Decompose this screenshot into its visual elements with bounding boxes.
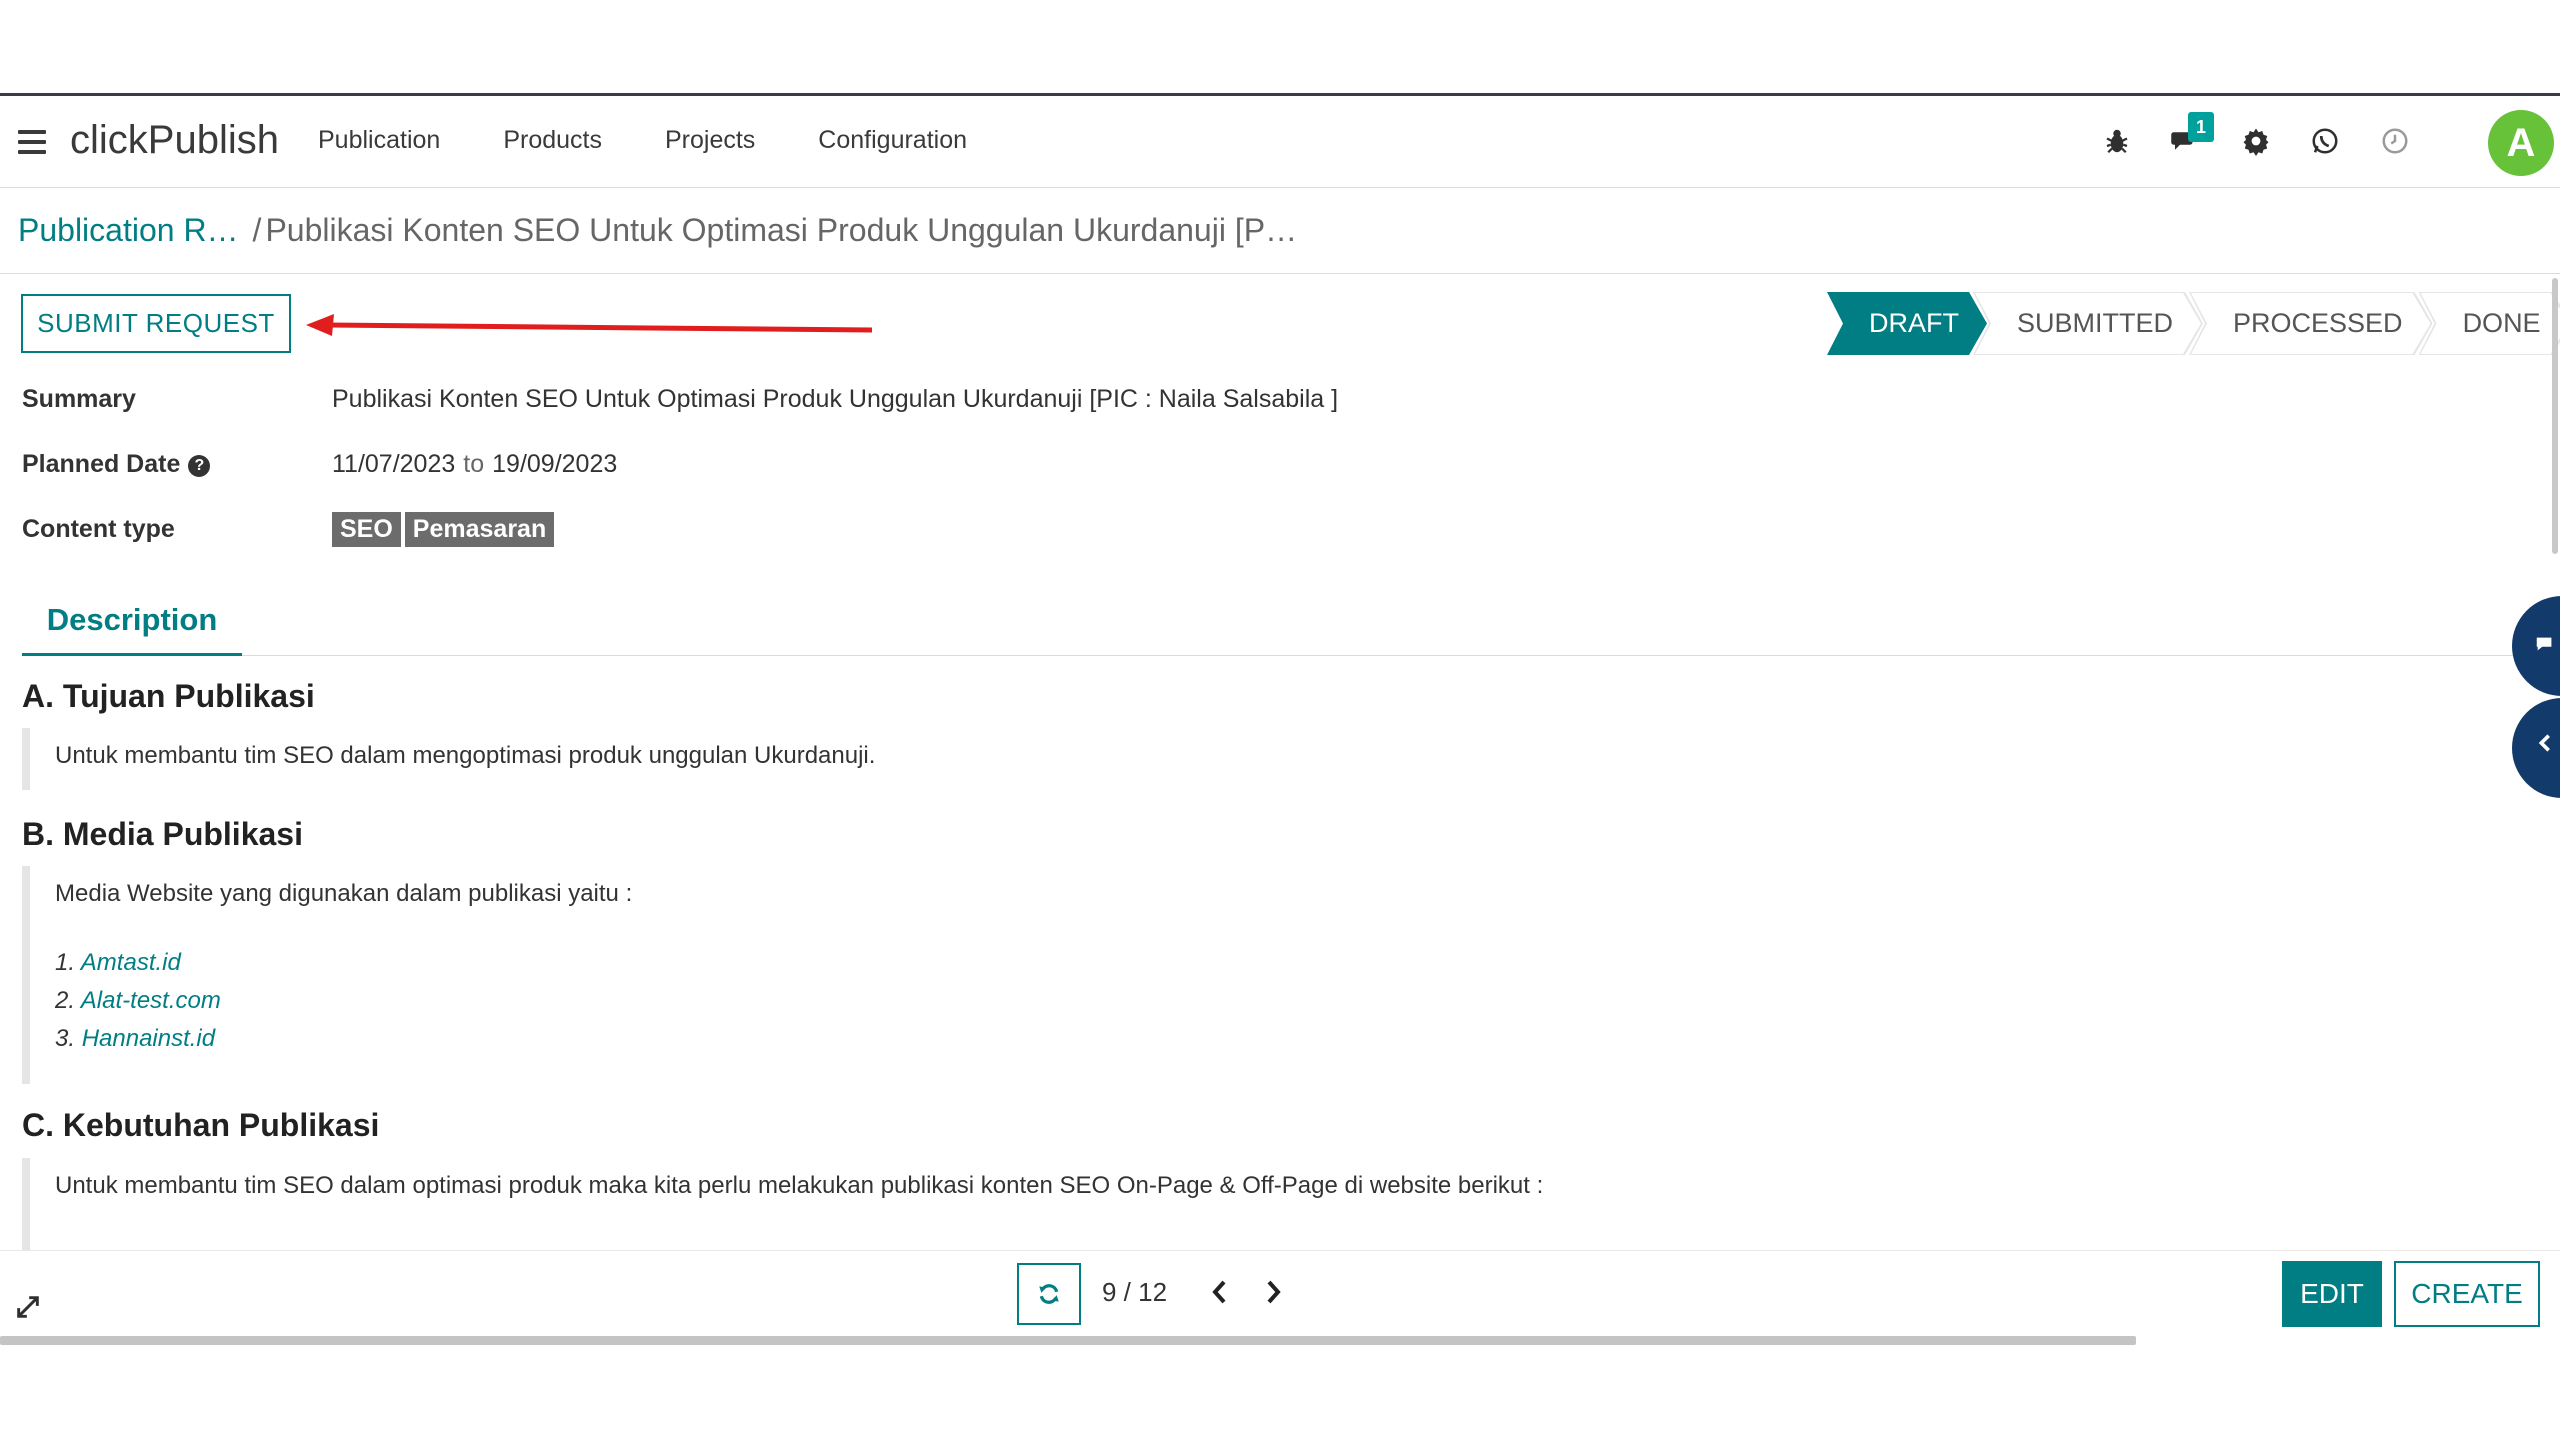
section-c-quote: Untuk membantu tim SEO dalam optimasi pr… [22,1158,1543,1250]
stage-processed-wrap: PROCESSED [2189,292,2433,355]
stage-done-wrap: DONE [2419,292,2560,355]
planned-date-to: 19/09/2023 [492,450,618,478]
bug-icon[interactable] [2100,126,2134,160]
list-item: 3. Hannainst.id [55,1025,216,1052]
menu-projects[interactable]: Projects [665,126,755,155]
stage-draft-wrap: DRAFT [1827,292,1987,355]
bottom-control-bar: 9 / 12 EDIT CREATE [0,1250,2560,1335]
planned-date-to-word: to [463,450,485,478]
pager-previous-button[interactable] [1205,1273,1235,1311]
vertical-scrollbar[interactable] [2552,278,2558,554]
gear-icon[interactable] [2239,126,2273,160]
list-item: 1. Amtast.id [55,949,181,976]
tag-seo: SEO [332,512,401,547]
breadcrumb-separator: / [252,212,262,248]
stage-draft[interactable]: DRAFT [1827,292,1987,355]
expand-icon[interactable] [14,1293,44,1323]
tag-pemasaran: Pemasaran [404,512,555,547]
tab-description[interactable]: Description [22,596,242,656]
content-type-tags: SEO Pemasaran [332,512,558,547]
section-a-quote: Untuk membantu tim SEO dalam mengoptimas… [22,728,875,790]
chevron-right-icon [1267,1280,1281,1304]
status-bar: DRAFT SUBMITTED PROCESSED DONE [1827,292,2557,355]
pager-next-button[interactable] [1258,1273,1288,1311]
collapse-side-tab[interactable] [2512,698,2560,798]
edit-button[interactable]: EDIT [2282,1261,2382,1327]
clock-icon[interactable] [2378,126,2412,160]
planned-date-value: 11/07/2023 to 19/09/2023 [332,450,617,479]
section-b-title: B. Media Publikasi [22,816,303,852]
media-link-amtast[interactable]: Amtast.id [81,949,181,976]
stage-submitted-wrap: SUBMITTED [1973,292,2203,355]
content-type-label: Content type [22,515,175,543]
systray: 1 A [2100,96,2560,188]
section-b-quote: Media Website yang digunakan dalam publi… [22,866,632,1084]
list-item: 2. Alat-test.com [55,987,221,1014]
menu-configuration[interactable]: Configuration [818,126,967,155]
chat-icon[interactable]: 1 [2168,112,2214,160]
section-c-title: C. Kebutuhan Publikasi [22,1107,380,1143]
notebook-tabs: Description [22,596,2542,656]
section-b-text: Media Website yang digunakan dalam publi… [55,880,633,907]
refresh-icon [1039,1284,1059,1304]
summary-value: Publikasi Konten SEO Untuk Optimasi Prod… [332,385,1339,413]
chevron-left-icon [1212,1280,1226,1304]
main-menu: Publication Products Projects Configurat… [318,126,1030,155]
horizontal-scrollbar[interactable] [0,1336,2136,1345]
media-list: 1. Amtast.id 2. Alat-test.com 3. Hannain… [55,944,632,1058]
breadcrumb: Publication R… / Publikasi Konten SEO Untu… [18,212,1297,249]
menu-publication[interactable]: Publication [318,126,440,155]
stage-done[interactable]: DONE [2421,293,2560,354]
whatsapp-icon[interactable] [2308,126,2342,160]
planned-date-label: Planned Date? [22,450,211,479]
pager-value[interactable]: 9 / 12 [1102,1277,1167,1308]
menu-products[interactable]: Products [503,126,602,155]
app-brand[interactable]: clickPublish [70,118,279,163]
messages-badge: 1 [2188,112,2214,142]
submit-request-button[interactable]: SUBMIT REQUEST [21,294,291,353]
media-link-alat-test[interactable]: Alat-test.com [81,987,221,1014]
user-avatar[interactable]: A [2488,110,2554,176]
chevron-left-icon [2538,734,2550,752]
create-button[interactable]: CREATE [2394,1261,2540,1327]
refresh-button[interactable] [1017,1263,1081,1325]
media-link-hannainst[interactable]: Hannainst.id [82,1025,215,1052]
planned-date-label-text: Planned Date [22,450,181,478]
stage-submitted[interactable]: SUBMITTED [1975,293,2201,354]
section-a-text: Untuk membantu tim SEO dalam mengoptimas… [55,742,876,769]
breadcrumb-current: Publikasi Konten SEO Untuk Optimasi Prod… [265,212,1298,248]
summary-label: Summary [22,385,136,413]
red-arrow-annotation [306,314,873,336]
hamburger-menu-icon[interactable] [18,130,46,154]
section-a-title: A. Tujuan Publikasi [22,678,315,714]
stage-processed[interactable]: PROCESSED [2191,293,2431,354]
header-divider [0,273,2560,274]
top-navbar: clickPublish Publication Products Projec… [0,96,2560,188]
chat-bubble-icon [2536,637,2552,651]
planned-date-from: 11/07/2023 [332,450,456,478]
section-c-text: Untuk membantu tim SEO dalam optimasi pr… [55,1172,1544,1199]
breadcrumb-parent-link[interactable]: Publication R… [18,212,239,248]
help-icon[interactable]: ? [188,455,211,477]
